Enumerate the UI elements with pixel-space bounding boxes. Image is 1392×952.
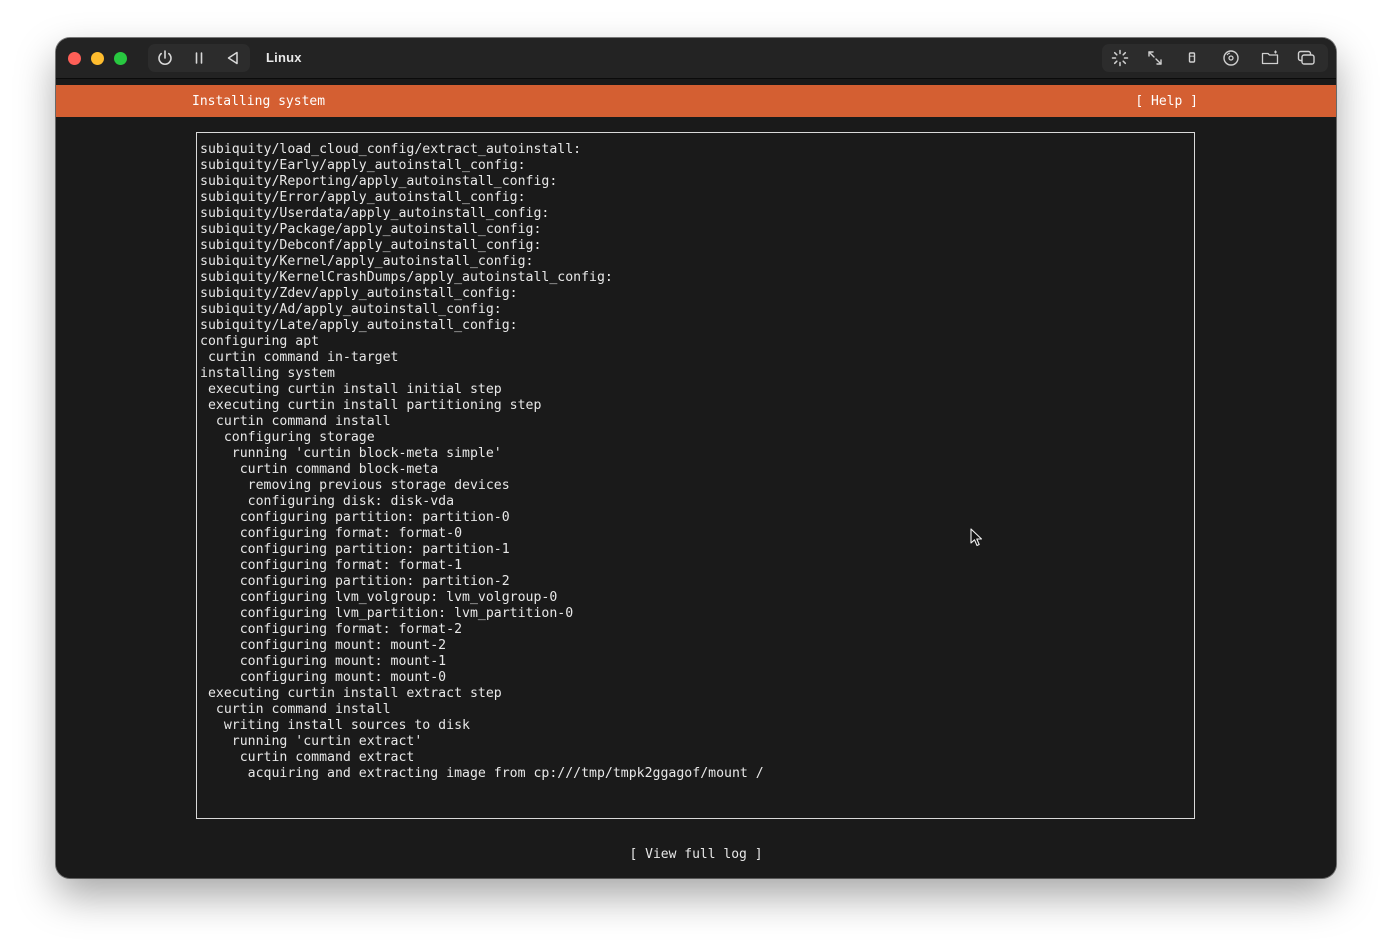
log-line: subiquity/Reporting/apply_autoinstall_co… <box>200 174 558 189</box>
usb-icon[interactable] <box>1182 48 1202 68</box>
view-full-log-button[interactable]: [ View full log ] <box>56 847 1336 862</box>
pause-icon[interactable] <box>189 48 209 68</box>
log-line: curtin command in-target <box>200 350 399 365</box>
log-line: subiquity/Ad/apply_autoinstall_config: <box>200 302 502 317</box>
log-line: configuring partition: partition-0 <box>200 510 510 525</box>
shared-folder-icon[interactable] <box>1260 48 1280 68</box>
log-line: running 'curtin block-meta simple' <box>200 446 502 461</box>
log-line: configuring mount: mount-2 <box>200 638 447 653</box>
log-line: configuring partition: partition-2 <box>200 574 510 589</box>
vm-window: Linux Installing system [ Help] subiqui… <box>56 38 1336 878</box>
log-line: running 'curtin extract' <box>200 734 423 749</box>
log-line: curtin command block-meta <box>200 462 439 477</box>
log-line: subiquity/load_cloud_config/extract_auto… <box>200 142 582 157</box>
installer-title: Installing system <box>192 94 326 109</box>
vm-toolbar <box>1102 44 1328 72</box>
log-line: configuring lvm_partition: lvm_partition… <box>200 606 574 621</box>
windows-icon[interactable] <box>1296 48 1316 68</box>
log-line: subiquity/Kernel/apply_autoinstall_confi… <box>200 254 534 269</box>
log-line: configuring apt <box>200 334 320 349</box>
log-line: curtin command extract <box>200 750 415 765</box>
vm-screen[interactable]: Installing system [ Help ] subiquity/loa… <box>56 79 1336 878</box>
log-line: subiquity/Late/apply_autoinstall_config: <box>200 318 518 333</box>
help-button[interactable]: [ Help ] <box>1135 94 1198 109</box>
log-line: subiquity/Early/apply_autoinstall_config… <box>200 158 526 173</box>
log-line: configuring disk: disk-vda <box>200 494 455 509</box>
log-line: acquiring and extracting image from cp:/… <box>200 766 764 781</box>
mouse-pointer-icon <box>970 528 983 547</box>
log-line: configuring partition: partition-1 <box>200 542 510 557</box>
log-line: removing previous storage devices <box>200 478 510 493</box>
close-window-button[interactable] <box>68 52 81 65</box>
log-line: subiquity/Debconf/apply_autoinstall_conf… <box>200 238 542 253</box>
log-line: writing install sources to disk <box>200 718 470 733</box>
title-bar: Linux <box>56 38 1336 79</box>
log-line: subiquity/Userdata/apply_autoinstall_con… <box>200 206 550 221</box>
log-line: configuring mount: mount-1 <box>200 654 447 669</box>
log-line: configuring lvm_volgroup: lvm_volgroup-0 <box>200 590 558 605</box>
disc-icon[interactable] <box>1221 48 1241 68</box>
log-line: configuring format: format-0 <box>200 526 463 541</box>
log-line: executing curtin install extract step <box>200 686 502 701</box>
log-line: configuring mount: mount-0 <box>200 670 447 685</box>
brightness-icon[interactable] <box>1110 48 1130 68</box>
log-line: installing system <box>200 366 335 381</box>
log-line: subiquity/KernelCrashDumps/apply_autoins… <box>200 270 613 285</box>
log-line: configuring storage <box>200 430 375 445</box>
log-line: curtin command install <box>200 702 391 717</box>
install-log: subiquity/load_cloud_config/extract_auto… <box>200 142 764 782</box>
install-log-panel: subiquity/load_cloud_config/extract_auto… <box>196 132 1195 819</box>
log-line: configuring format: format-1 <box>200 558 463 573</box>
installer-header: Installing system [ Help ] <box>56 85 1336 117</box>
log-line: subiquity/Zdev/apply_autoinstall_config: <box>200 286 518 301</box>
zoom-window-button[interactable] <box>114 52 127 65</box>
window-title: Linux <box>266 50 302 65</box>
log-line: subiquity/Package/apply_autoinstall_conf… <box>200 222 542 237</box>
log-line: curtin command install <box>200 414 391 429</box>
log-line: configuring format: format-2 <box>200 622 463 637</box>
power-icon[interactable] <box>155 48 175 68</box>
vm-controls <box>148 44 250 72</box>
back-icon[interactable] <box>223 48 243 68</box>
minimize-window-button[interactable] <box>91 52 104 65</box>
log-line: executing curtin install initial step <box>200 382 502 397</box>
resize-icon[interactable] <box>1145 48 1165 68</box>
log-line: executing curtin install partitioning st… <box>200 398 542 413</box>
log-line: subiquity/Error/apply_autoinstall_config… <box>200 190 526 205</box>
